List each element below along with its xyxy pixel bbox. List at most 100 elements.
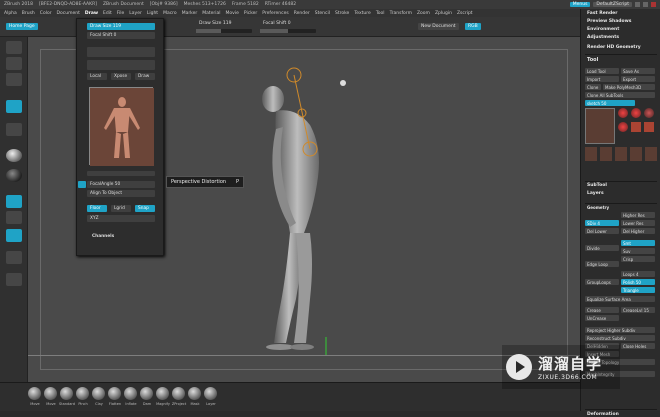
draw-size-slider[interactable]: Draw Size 119: [196, 20, 234, 27]
popup-focal-shift[interactable]: Focal Shift 0: [87, 32, 155, 39]
menu-zoom[interactable]: Zoom: [417, 11, 430, 16]
clone-button[interactable]: Clone: [585, 84, 601, 90]
brush-move-icon[interactable]: [44, 387, 57, 400]
popup-focal-angle[interactable]: FocalAngle 50: [87, 181, 155, 188]
menu-picker[interactable]: Picker: [244, 11, 257, 16]
menu-tool[interactable]: Tool: [376, 11, 385, 16]
material-icon[interactable]: [6, 149, 22, 162]
lightbox-icon[interactable]: [6, 41, 22, 54]
subtool-thumb-icon[interactable]: [585, 147, 597, 161]
adjustments-label[interactable]: Adjustments: [587, 35, 619, 40]
edge-loop-button[interactable]: Edge Loop: [585, 261, 619, 267]
cylinder-tool-icon[interactable]: [644, 108, 654, 118]
menu-stroke[interactable]: Stroke: [335, 11, 349, 16]
popup-channels-label[interactable]: Channels: [89, 233, 139, 240]
brush-dam-icon[interactable]: [140, 387, 153, 400]
popup-angle-slider[interactable]: [87, 171, 155, 176]
pm3d-tool-icon[interactable]: [644, 122, 654, 132]
subtool-thumb-icon[interactable]: [615, 147, 627, 161]
popup-draw-button[interactable]: Draw: [135, 73, 155, 80]
geometry-section[interactable]: Geometry: [587, 205, 609, 210]
tool-palette-title[interactable]: Tool: [587, 57, 598, 63]
close-icon[interactable]: [651, 2, 656, 7]
brush-inflate-icon[interactable]: [124, 387, 137, 400]
export-button[interactable]: Export: [621, 76, 655, 82]
polysphere-tool-icon[interactable]: [618, 122, 628, 132]
crease-level-slider[interactable]: CreaseLvl 15: [621, 307, 655, 313]
menus-button[interactable]: Menus: [569, 2, 591, 7]
crisp-toggle[interactable]: Crisp: [621, 256, 655, 262]
del-lower-button[interactable]: Del Lower: [585, 228, 619, 234]
focal-shift-track[interactable]: [260, 29, 316, 33]
tool-name-slider[interactable]: sketch 50: [585, 100, 635, 106]
del-higher-button[interactable]: Del Higher: [621, 228, 655, 234]
reproject-button[interactable]: Reproject Higher Subdiv: [585, 327, 655, 333]
brush-standard-icon[interactable]: [60, 387, 73, 400]
menu-edit[interactable]: Edit: [103, 11, 112, 16]
sphere-sculpt-tool-icon[interactable]: [631, 108, 641, 118]
home-page-button[interactable]: Home Page: [6, 23, 38, 30]
crease-button[interactable]: Crease: [585, 307, 619, 313]
brush-clay-icon[interactable]: [92, 387, 105, 400]
minimize-icon[interactable]: [635, 2, 640, 7]
menu-texture[interactable]: Texture: [354, 11, 370, 16]
subtool-section[interactable]: SubTool: [587, 183, 607, 188]
reconstruct-button[interactable]: Reconstruct Subdiv: [585, 335, 655, 341]
popup-xyz-button[interactable]: XYZ: [87, 215, 155, 222]
menu-transform[interactable]: Transform: [390, 11, 412, 16]
brush-layer-icon[interactable]: [204, 387, 217, 400]
menu-layer[interactable]: Layer: [129, 11, 142, 16]
clone-all-subtools-button[interactable]: Clone All SubTools: [585, 92, 655, 98]
draw-icon[interactable]: [6, 211, 22, 224]
new-document-button[interactable]: New Document: [418, 23, 459, 30]
menu-movie[interactable]: Movie: [226, 11, 239, 16]
smt-toggle[interactable]: Smt: [621, 240, 655, 246]
triangle-toggle[interactable]: Triangle: [621, 287, 655, 293]
popup-intensity-slider[interactable]: [87, 47, 155, 57]
menu-document[interactable]: Document: [57, 11, 80, 16]
brush-palette-icon[interactable]: [6, 57, 22, 70]
texture-icon[interactable]: [6, 123, 22, 136]
environment-label[interactable]: Environment: [587, 27, 619, 32]
divide-button[interactable]: Divide: [585, 245, 619, 251]
rgb-button[interactable]: RGB: [465, 23, 481, 30]
fast-render-label[interactable]: Fast Render: [587, 11, 617, 16]
suv-toggle[interactable]: Suv: [621, 248, 655, 254]
simple-brush-icon[interactable]: [631, 122, 641, 132]
menu-zplugin[interactable]: Zplugin: [435, 11, 452, 16]
brush-move-icon[interactable]: [28, 387, 41, 400]
grouploops-button[interactable]: GroupLoops: [585, 279, 619, 285]
persp-toggle[interactable]: [78, 181, 86, 188]
popup-floor-button[interactable]: Floor: [87, 205, 107, 212]
color-picker-icon[interactable]: [6, 169, 22, 182]
menu-material[interactable]: Material: [202, 11, 220, 16]
popup-draw-size[interactable]: Draw Size 119: [87, 23, 155, 30]
subtool-thumb-icon[interactable]: [645, 147, 657, 161]
menu-render[interactable]: Render: [294, 11, 310, 16]
higher-res-button[interactable]: Higher Res: [621, 212, 655, 218]
move-icon[interactable]: [6, 229, 22, 242]
make-polymesh-button[interactable]: Make PolyMesh3D: [603, 84, 655, 90]
menu-alpha[interactable]: Alpha: [4, 11, 17, 16]
menu-draw[interactable]: Draw: [85, 11, 98, 16]
brush-pinch-icon[interactable]: [76, 387, 89, 400]
deformation-section[interactable]: Deformation: [587, 412, 619, 417]
subtool-thumb-icon[interactable]: [600, 147, 612, 161]
edit-icon[interactable]: [6, 195, 22, 208]
menu-color[interactable]: Color: [40, 11, 52, 16]
lower-res-button[interactable]: Lower Res: [621, 220, 655, 226]
document-thumbnail[interactable]: [89, 87, 154, 166]
popup-xpose-button[interactable]: Xpose: [111, 73, 131, 80]
draw-size-track[interactable]: [196, 29, 252, 33]
brush-flatten-icon[interactable]: [108, 387, 121, 400]
import-button[interactable]: Import: [585, 76, 619, 82]
axis-gizmo-icon[interactable]: [340, 80, 346, 86]
zscript-selector[interactable]: DefaultZScript: [593, 2, 632, 7]
sphere-tool-icon[interactable]: [618, 108, 628, 118]
menu-preferences[interactable]: Preferences: [262, 11, 288, 16]
menu-macro[interactable]: Macro: [163, 11, 177, 16]
brush-mask-icon[interactable]: [188, 387, 201, 400]
render-hd-geometry-label[interactable]: Render HD Geometry: [587, 45, 641, 50]
current-tool-thumbnail[interactable]: [585, 108, 615, 144]
rotate-icon[interactable]: [6, 273, 22, 286]
